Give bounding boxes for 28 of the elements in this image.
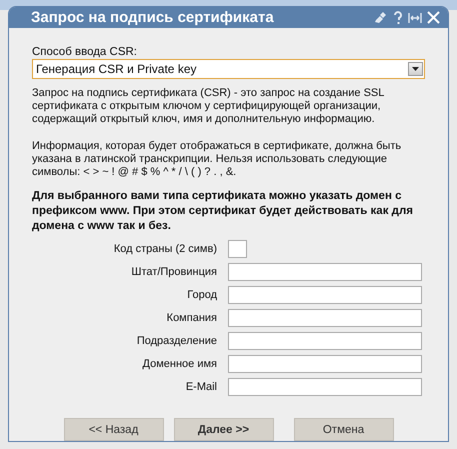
text-field[interactable] xyxy=(228,263,422,281)
field-label: Доменное имя xyxy=(142,358,217,370)
field-label: Код страны (2 симв) xyxy=(112,243,217,255)
dialog-title: Запрос на подпись сертификата xyxy=(31,9,275,26)
field-label: Способ ввода CSR: xyxy=(32,46,138,58)
notice-text: Для выбранного вами типа сертификата можно указать домен с префиксом www. При этом сертификат будет действовать как для домена с www так и без. xyxy=(32,189,414,234)
method-select[interactable]: Генерация CSR и Private key xyxy=(32,59,425,79)
close-icon[interactable] xyxy=(427,11,440,24)
dialog-button[interactable]: Отмена xyxy=(294,418,394,441)
field-label: Штат/Провинция xyxy=(130,266,217,278)
info-paragraph: Запрос на подпись сертификата (CSR) - это запрос на создание SSL сертификата с открытым ключом у сертифицирующей организации, содержащий открытый ключ, имя и дополнительную информацию. xyxy=(32,87,385,126)
text-field[interactable] xyxy=(228,355,422,373)
text-field[interactable] xyxy=(228,332,422,350)
broom-icon[interactable] xyxy=(374,11,388,24)
text-field[interactable] xyxy=(228,378,422,396)
text-field[interactable] xyxy=(228,309,422,327)
caret-icon xyxy=(412,67,419,71)
help-icon[interactable] xyxy=(393,10,403,24)
field-label: Город xyxy=(186,289,217,301)
resize-icon[interactable] xyxy=(408,12,422,24)
field-label: Компания xyxy=(166,312,217,324)
dialog-button[interactable]: << Назад xyxy=(64,418,164,441)
text-field[interactable] xyxy=(228,240,247,258)
field-label: Подразделение xyxy=(136,335,217,347)
field-label: E-Mail xyxy=(184,381,217,393)
next-button[interactable]: Далее >> xyxy=(174,418,274,441)
text-field[interactable] xyxy=(228,286,422,304)
info-paragraph: Информация, которая будет отображаться в сертификате, должна быть указана в латинской транскрипции. Нельзя использовать следующие символы: < > ~ ! @ # $ % ^ * / \ ( ) ? . , &. xyxy=(32,140,402,179)
